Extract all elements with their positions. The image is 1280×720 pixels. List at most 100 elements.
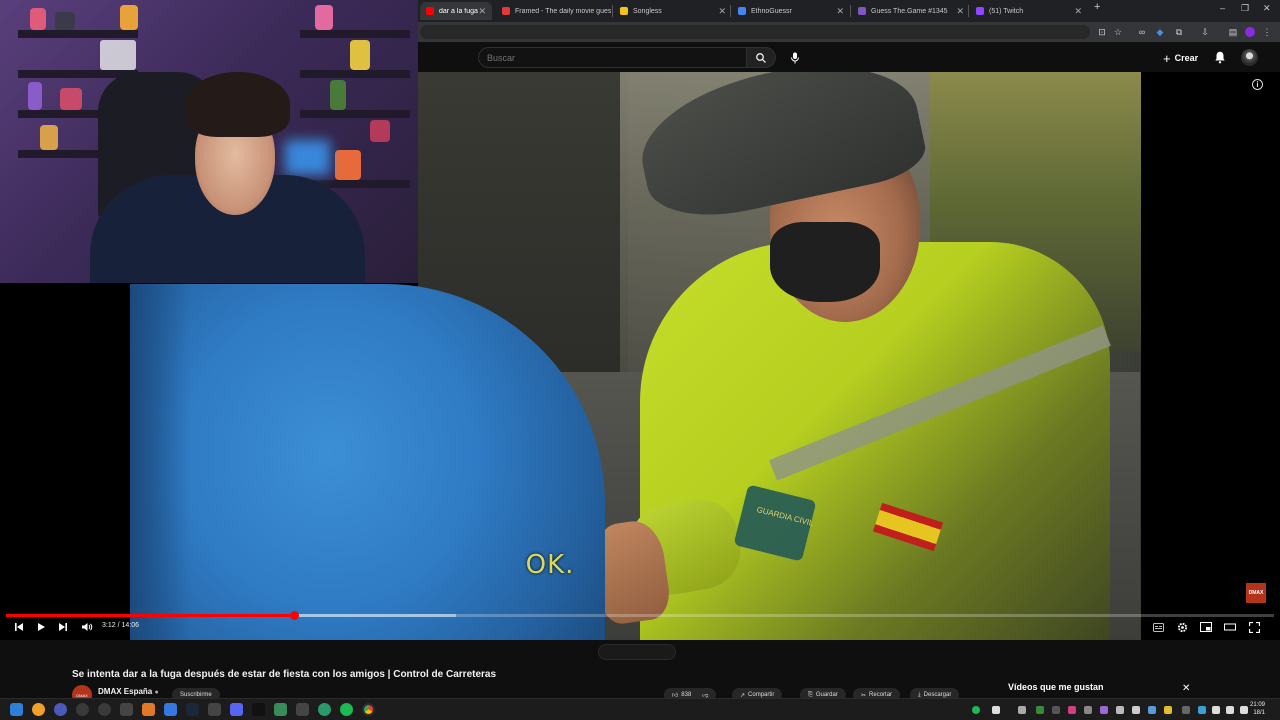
subtitles-button[interactable] xyxy=(1151,620,1165,634)
close-window-button[interactable]: ✕ xyxy=(1263,3,1271,14)
app-k-icon[interactable] xyxy=(76,703,89,716)
volume-tray-icon[interactable] xyxy=(1226,706,1234,714)
search-taskbar-icon[interactable] xyxy=(32,703,45,716)
tray-icon[interactable] xyxy=(1052,706,1060,714)
bookmark-star-icon[interactable]: ☆ xyxy=(1113,27,1123,37)
miniplayer-icon xyxy=(1200,622,1212,632)
streamer-hair xyxy=(185,72,290,137)
search-input[interactable] xyxy=(479,48,746,68)
browser-menu-icon[interactable]: ⋮ xyxy=(1262,27,1272,37)
account-avatar[interactable] xyxy=(1241,49,1258,66)
tab-title: (51) Twitch xyxy=(989,7,1024,15)
close-tab-icon[interactable]: ✕ xyxy=(1074,6,1082,17)
tray-spotify-icon[interactable] xyxy=(972,706,980,714)
new-tab-button[interactable]: + xyxy=(1094,1,1100,13)
channel-name[interactable]: DMAX España ● xyxy=(98,687,159,696)
minimize-button[interactable]: – xyxy=(1220,3,1225,13)
address-bar[interactable] xyxy=(420,25,1090,39)
windows-start-icon[interactable] xyxy=(10,703,23,716)
fullscreen-button[interactable] xyxy=(1247,620,1261,634)
progress-bar[interactable] xyxy=(6,611,1274,620)
play-button[interactable] xyxy=(34,620,48,634)
play-icon xyxy=(38,623,45,631)
app-grid-icon[interactable] xyxy=(296,703,309,716)
next-button[interactable] xyxy=(56,620,70,634)
previous-button[interactable] xyxy=(12,620,26,634)
tray-icon[interactable] xyxy=(1084,706,1092,714)
network-icon[interactable] xyxy=(1212,706,1220,714)
system-clock[interactable]: 21:09 18/1 xyxy=(1250,701,1265,717)
clock-time: 21:09 xyxy=(1250,702,1266,708)
plus-icon: + xyxy=(1163,50,1171,66)
miniplayer-button[interactable] xyxy=(1199,620,1213,634)
chrome-icon[interactable] xyxy=(362,703,375,716)
app-orange-icon[interactable] xyxy=(142,703,155,716)
tab-title: Songless xyxy=(633,7,662,15)
skip-next-icon xyxy=(59,623,67,631)
clock-date: 18/1 xyxy=(1253,710,1266,716)
tiktok-icon[interactable] xyxy=(252,703,265,716)
install-app-icon[interactable]: ⊡ xyxy=(1097,27,1107,37)
theater-mode-button[interactable] xyxy=(1223,620,1237,634)
create-button[interactable]: + Crear xyxy=(1163,50,1198,66)
tray-icon[interactable] xyxy=(1182,706,1190,714)
volume-button[interactable] xyxy=(80,620,94,634)
profile-avatar-icon[interactable] xyxy=(1245,27,1255,37)
app-arrows-icon[interactable] xyxy=(208,703,221,716)
scrubber-handle[interactable] xyxy=(289,611,299,620)
notifications-button[interactable] xyxy=(1213,50,1229,66)
steam-icon[interactable] xyxy=(186,703,199,716)
tab-title: dar a la fuga después xyxy=(439,7,478,15)
speedmaster-pill xyxy=(598,644,676,660)
tray-icon[interactable] xyxy=(1068,706,1076,714)
skip-previous-icon xyxy=(15,623,23,631)
app-box-icon[interactable] xyxy=(120,703,133,716)
tray-icon[interactable] xyxy=(1116,706,1124,714)
sidebar-icon[interactable]: ▤ xyxy=(1228,27,1238,37)
maximize-button[interactable]: ❐ xyxy=(1241,3,1249,14)
tray-icon[interactable] xyxy=(992,706,1000,714)
app-arrow-icon[interactable] xyxy=(98,703,111,716)
tab-title: Framed - The daily movie gues xyxy=(515,7,612,15)
search-box[interactable] xyxy=(478,47,746,68)
close-tab-icon[interactable]: ✕ xyxy=(956,6,964,17)
tray-icon[interactable] xyxy=(1164,706,1172,714)
subtitles-icon xyxy=(1152,622,1164,632)
discord-icon[interactable] xyxy=(230,703,243,716)
theater-icon xyxy=(1224,623,1236,631)
battery-icon[interactable] xyxy=(1240,706,1248,714)
tray-icon[interactable] xyxy=(1100,706,1108,714)
tray-icon[interactable] xyxy=(1132,706,1140,714)
downloads-icon[interactable]: ⇩ xyxy=(1200,27,1210,37)
tab-twitch[interactable]: (51) Twitch ✕ xyxy=(970,2,1088,20)
close-tab-icon[interactable]: ✕ xyxy=(478,6,486,17)
bell-icon xyxy=(1215,51,1225,64)
extension-icon[interactable]: ∞ xyxy=(1137,27,1147,37)
voice-search-button[interactable] xyxy=(785,48,805,68)
search-button[interactable] xyxy=(746,47,776,68)
app-green-icon[interactable] xyxy=(274,703,287,716)
info-icon[interactable]: i xyxy=(1252,79,1263,90)
tab-ethnoguessr[interactable]: EthnoGuessr ✕ xyxy=(732,2,850,20)
tray-icon[interactable] xyxy=(1036,706,1044,714)
extensions-puzzle-icon[interactable]: ⧉ xyxy=(1174,27,1184,37)
close-icon[interactable]: ✕ xyxy=(1182,683,1190,694)
app-refresh-icon[interactable] xyxy=(318,703,331,716)
spotify-icon[interactable] xyxy=(340,703,353,716)
tab-songless[interactable]: Songless ✕ xyxy=(614,2,732,20)
liked-videos-panel: Vídeos que me gustan ✕ xyxy=(998,678,1200,700)
tab-guess-the-game[interactable]: Guess The.Game #1345 ✕ xyxy=(852,2,970,20)
tab-youtube-video[interactable]: dar a la fuga después ✕ xyxy=(420,2,492,20)
tray-icon[interactable] xyxy=(1018,706,1026,714)
tab-title: Guess The.Game #1345 xyxy=(871,7,948,15)
app-v-icon[interactable] xyxy=(54,703,67,716)
close-tab-icon[interactable]: ✕ xyxy=(836,6,844,17)
extension-shield-icon[interactable]: ◆ xyxy=(1155,27,1165,37)
close-tab-icon[interactable]: ✕ xyxy=(718,6,726,17)
create-label: Crear xyxy=(1174,53,1199,63)
settings-button[interactable] xyxy=(1175,620,1189,634)
tray-icon[interactable] xyxy=(1148,706,1156,714)
fullscreen-icon xyxy=(1248,621,1260,633)
app-blue-icon[interactable] xyxy=(164,703,177,716)
tray-icon[interactable] xyxy=(1198,706,1206,714)
